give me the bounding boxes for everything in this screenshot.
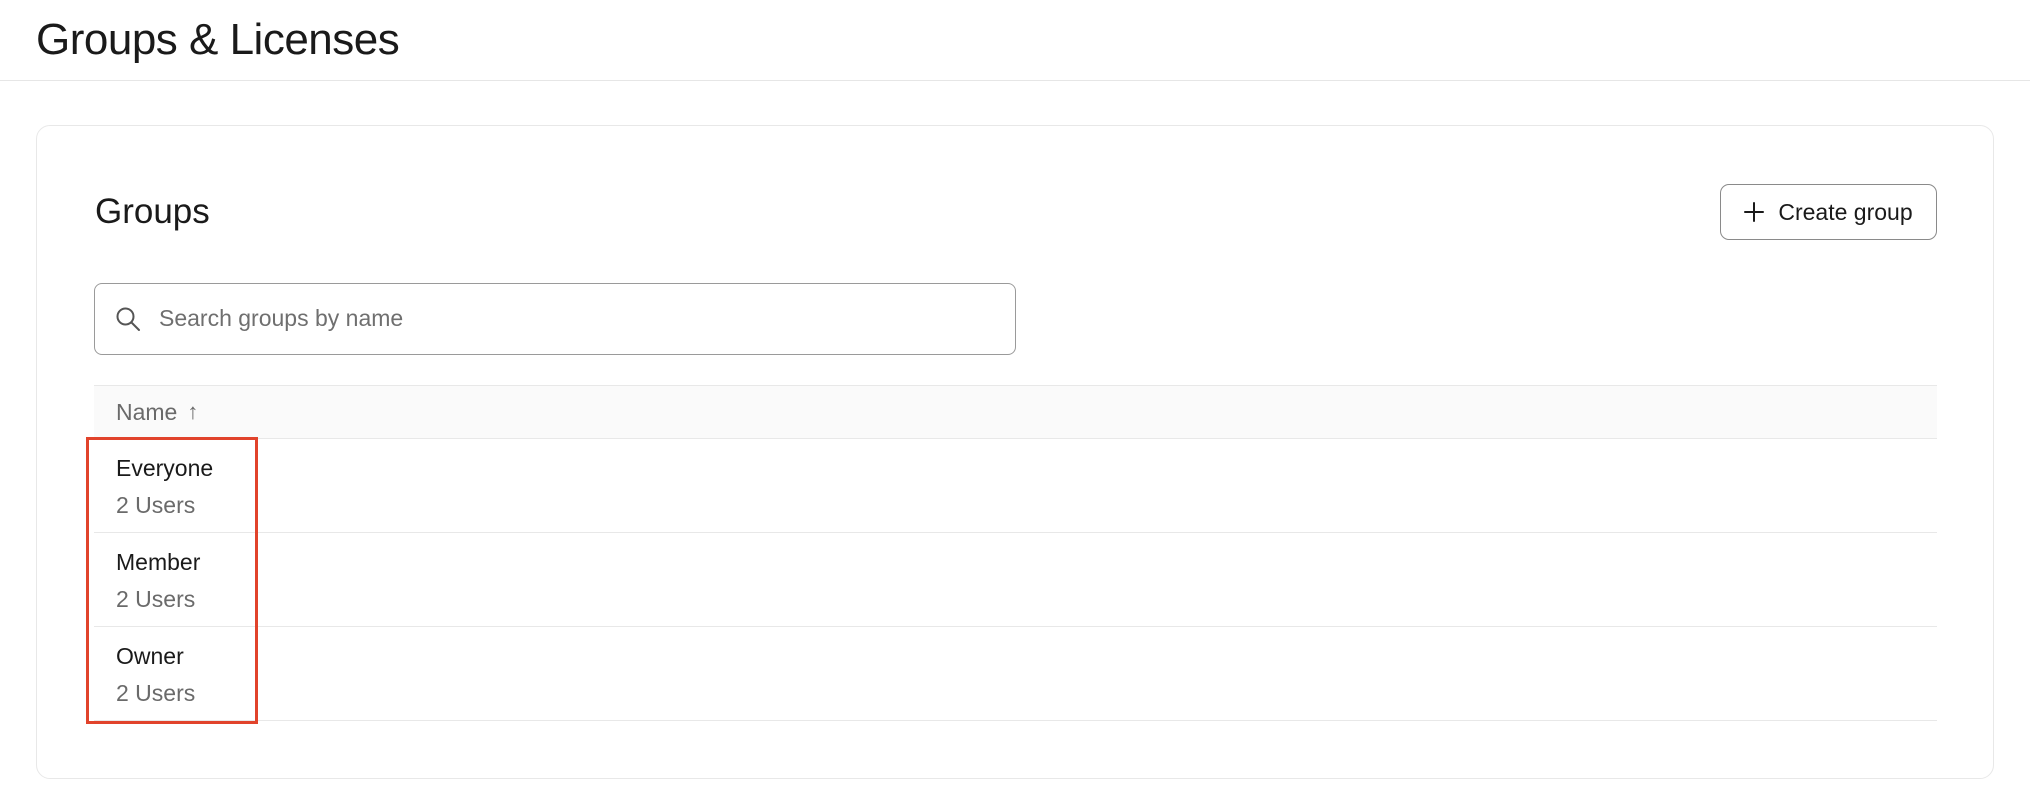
- page-title: Groups & Licenses: [36, 15, 400, 64]
- card-title: Groups: [95, 192, 210, 231]
- name-column-label: Name: [116, 398, 178, 425]
- table-header: Name ↑: [94, 385, 1937, 439]
- arrow-up-icon: ↑: [187, 399, 199, 424]
- create-group-label: Create group: [1778, 198, 1913, 225]
- table-row[interactable]: Everyone 2 Users: [94, 439, 1937, 533]
- search-field[interactable]: [94, 283, 1016, 355]
- group-user-count: 2 Users: [116, 492, 196, 518]
- table-row[interactable]: Member 2 Users: [94, 533, 1937, 627]
- search-input[interactable]: [159, 284, 999, 353]
- group-name[interactable]: Member: [116, 547, 200, 577]
- group-user-count: 2 Users: [116, 680, 196, 706]
- plus-icon: [1744, 202, 1765, 222]
- groups-table: Name ↑ Everyone 2 Users Member 2 Users O…: [94, 385, 1937, 721]
- name-column-header[interactable]: Name ↑: [116, 399, 198, 426]
- group-name[interactable]: Owner: [116, 641, 184, 671]
- table-row[interactable]: Owner 2 Users: [94, 627, 1937, 721]
- groups-card: Groups Create group Name ↑ Everyone 2 Us: [36, 125, 1994, 779]
- search-icon: [115, 306, 141, 332]
- create-group-button[interactable]: Create group: [1720, 184, 1937, 240]
- group-name[interactable]: Everyone: [116, 453, 213, 483]
- page-header: Groups & Licenses: [0, 0, 2030, 81]
- group-user-count: 2 Users: [116, 586, 196, 612]
